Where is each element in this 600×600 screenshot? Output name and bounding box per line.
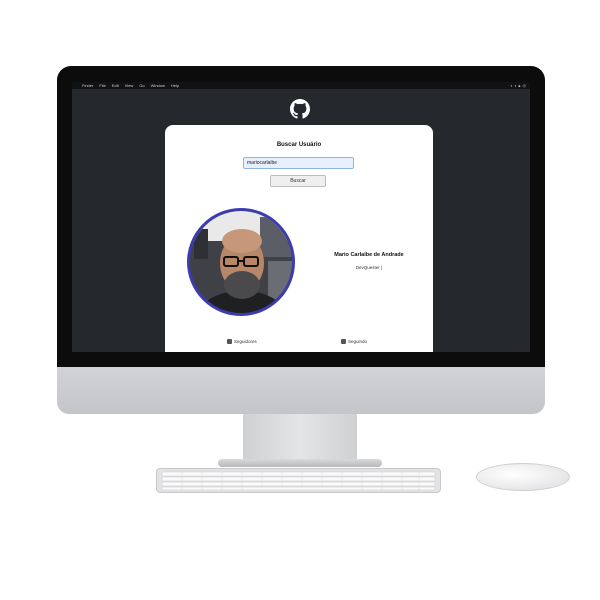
avatar-photo — [190, 211, 292, 313]
menu-item-window[interactable]: Window — [151, 82, 165, 89]
menu-item-help[interactable]: Help — [171, 82, 179, 89]
search-input[interactable] — [243, 157, 354, 169]
search-card: Buscar Usuário Buscar Mario Carlaibe de … — [165, 125, 433, 352]
followers-stat[interactable]: Seguidores — [227, 339, 257, 344]
menu-item-edit[interactable]: Edit — [112, 82, 119, 89]
keyboard — [156, 468, 441, 493]
followers-label: Seguidores — [234, 339, 257, 344]
following-label: Seguindo — [348, 339, 368, 344]
menu-item-view[interactable]: View — [125, 82, 134, 89]
monitor-stand-foot — [218, 459, 382, 467]
following-stat[interactable]: Seguindo — [341, 339, 367, 344]
menu-item-go[interactable]: Go — [139, 82, 144, 89]
status-icons[interactable]: ◐ ◑ ▲ ◎ — [510, 82, 526, 89]
keyboard-keys — [161, 471, 436, 491]
search-title: Buscar Usuário — [276, 142, 322, 148]
people-icon — [341, 339, 346, 344]
menu-bar: Finder File Edit View Go Window Help ◐ ◑… — [72, 82, 530, 89]
menu-item-finder[interactable]: Finder — [82, 82, 93, 89]
user-name: Mario Carlaibe de Andrade — [334, 252, 404, 258]
people-icon — [227, 339, 232, 344]
monitor-chin — [57, 367, 545, 414]
user-bio: DevQuester | — [355, 265, 383, 270]
avatar — [187, 208, 295, 316]
menu-item-file[interactable]: File — [99, 82, 105, 89]
github-icon — [290, 99, 310, 119]
mouse — [476, 463, 570, 491]
search-button[interactable]: Buscar — [270, 175, 326, 187]
screen: Finder File Edit View Go Window Help ◐ ◑… — [72, 82, 530, 352]
monitor-stand — [243, 414, 357, 462]
